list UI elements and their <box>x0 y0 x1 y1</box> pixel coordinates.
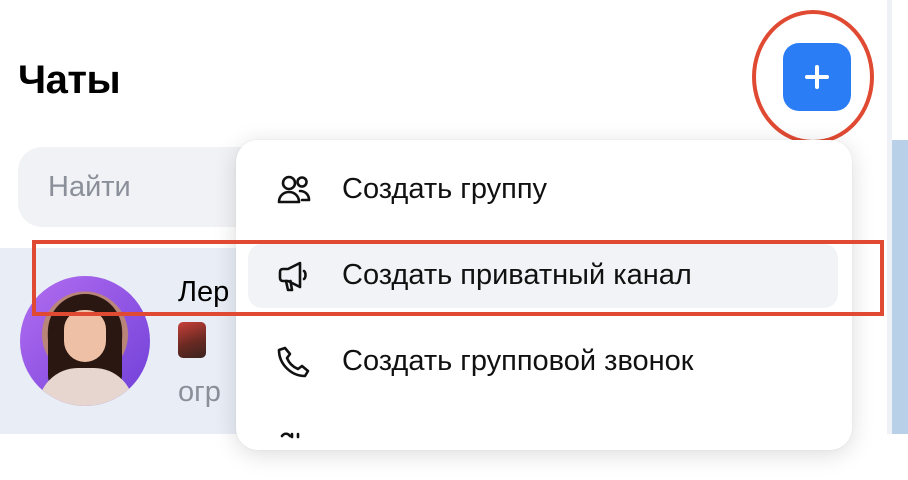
menu-item-label: Создать приватный канал <box>342 259 692 291</box>
chat-background-strip <box>892 140 908 434</box>
menu-item-label: Создать группу <box>342 173 548 205</box>
menu-item-icon <box>280 432 300 439</box>
menu-item-create-private-channel[interactable]: Создать приватный канал <box>248 244 838 308</box>
create-menu: Создать группу Создать приватный канал С… <box>236 140 852 450</box>
menu-item-partial[interactable] <box>248 416 838 480</box>
menu-item-create-group-call[interactable]: Создать групповой звонок <box>248 330 838 394</box>
chat-preview: огр <box>178 376 221 408</box>
avatar[interactable] <box>20 276 150 406</box>
megaphone-icon <box>278 261 307 292</box>
page-title: Чаты <box>18 58 121 102</box>
chat-name: Лер <box>178 276 230 308</box>
group-icon <box>277 175 311 204</box>
add-button[interactable] <box>783 43 851 111</box>
message-thumbnail <box>178 322 206 358</box>
menu-item-create-group[interactable]: Создать группу <box>248 158 838 222</box>
phone-icon <box>277 346 310 378</box>
menu-item-label: Создать групповой звонок <box>342 345 694 377</box>
